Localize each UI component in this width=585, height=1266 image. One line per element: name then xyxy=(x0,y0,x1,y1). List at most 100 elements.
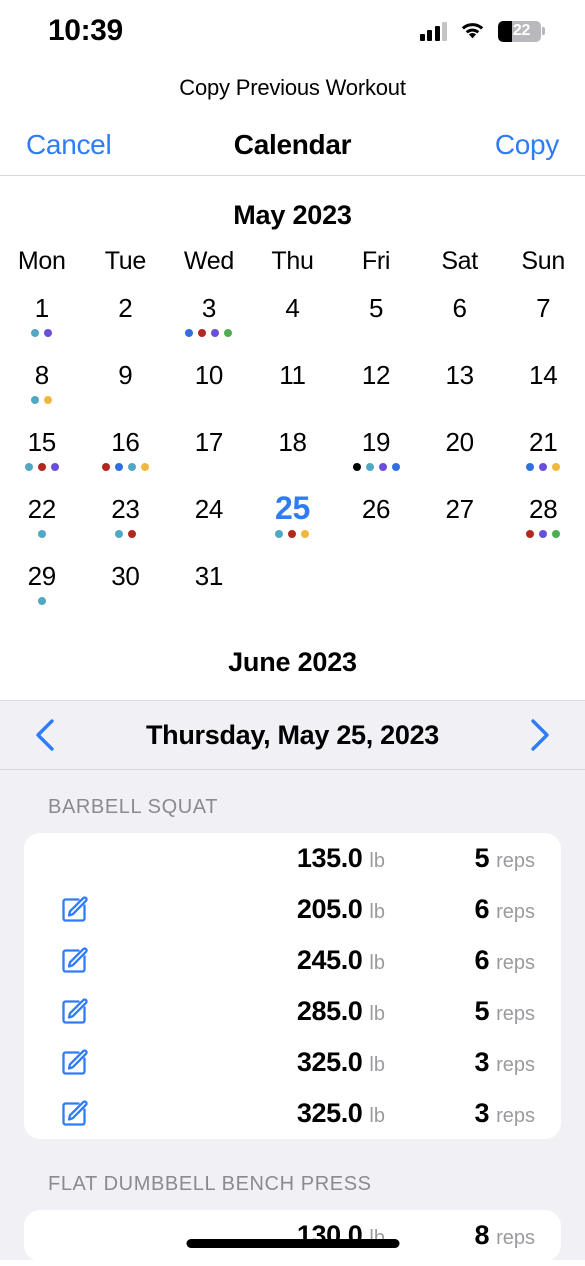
calendar-day-21[interactable]: 21 xyxy=(501,426,585,493)
edit-set-icon[interactable] xyxy=(50,997,106,1027)
workout-dot-cyan xyxy=(31,329,40,337)
calendar-day-number: 12 xyxy=(361,359,391,390)
set-row[interactable]: 245.0 lb 6 reps xyxy=(24,935,561,986)
workout-dot-yellow xyxy=(552,463,561,471)
calendar-day-17[interactable]: 17 xyxy=(167,426,251,493)
workout-dot-blue xyxy=(526,463,535,471)
calendar-day-number: 15 xyxy=(27,426,57,457)
set-row[interactable]: 285.0 lb 5 reps xyxy=(24,986,561,1037)
workout-dot-yellow xyxy=(301,530,310,538)
calendar-day-number: 21 xyxy=(529,426,558,457)
workout-dot-blue xyxy=(185,329,194,337)
set-row[interactable]: 135.0 lb 5 reps xyxy=(24,833,561,884)
calendar-day-31[interactable]: 31 xyxy=(167,560,251,627)
copy-button[interactable]: Copy xyxy=(495,129,559,161)
calendar-weekday-tue: Tue xyxy=(104,247,147,275)
workout-dot-cyan xyxy=(24,463,33,471)
calendar-day-1[interactable]: 1 xyxy=(0,292,84,359)
set-reps-value: 6 xyxy=(474,894,490,924)
calendar-day-15[interactable]: 15 xyxy=(0,426,84,493)
sheet-title: Copy Previous Workout xyxy=(179,75,406,100)
set-icon-placeholder xyxy=(50,1221,106,1251)
calendar-day-27[interactable]: 27 xyxy=(418,493,502,560)
calendar-day-26[interactable]: 26 xyxy=(334,493,418,560)
calendar-day-number: 6 xyxy=(452,292,467,323)
calendar-day-30[interactable]: 30 xyxy=(84,560,168,627)
calendar-day-24[interactable]: 24 xyxy=(167,493,251,560)
set-weight-value: 325.0 xyxy=(296,1098,363,1128)
calendar-day-18[interactable]: 18 xyxy=(251,426,335,493)
chevron-left-icon[interactable] xyxy=(28,718,62,752)
status-bar-indicators: 22 xyxy=(419,20,545,42)
calendar-day-13[interactable]: 13 xyxy=(418,359,502,426)
calendar-day-6[interactable]: 6 xyxy=(418,292,502,359)
calendar-day-number: 30 xyxy=(111,560,140,591)
workout-dot-cyan xyxy=(31,396,40,404)
calendar-day-12[interactable]: 12 xyxy=(334,359,418,426)
calendar-day-number: 20 xyxy=(445,426,474,457)
workout-set-list[interactable]: BARBELL SQUAT 135.0 lb 5 reps 205.0 lb 6 reps 245… xyxy=(0,770,585,1260)
workout-dot-blue xyxy=(114,463,123,471)
calendar-day-29[interactable]: 29 xyxy=(0,560,84,627)
app-screen: 10:39 22 Copy Previous Workout Cancel Ca… xyxy=(0,0,585,1266)
calendar-day-4[interactable]: 4 xyxy=(251,292,335,359)
workout-dot-green xyxy=(224,329,233,337)
calendar-day-number: 9 xyxy=(118,359,133,390)
calendar-day-dots xyxy=(37,528,46,540)
set-reps-value: 3 xyxy=(474,1047,490,1077)
cancel-button[interactable]: Cancel xyxy=(26,129,112,161)
calendar-weekday-wed: Wed xyxy=(183,247,234,275)
chevron-right-icon[interactable] xyxy=(523,718,557,752)
calendar-day-25[interactable]: 25 xyxy=(251,490,335,560)
calendar-weekday-header: Mon Tue Wed Thu Fri Sat Sun xyxy=(0,245,585,292)
set-reps-value: 5 xyxy=(474,843,490,873)
set-reps-unit: reps xyxy=(496,850,535,872)
calendar-day-19[interactable]: 19 xyxy=(334,426,418,493)
calendar-day-number: 25 xyxy=(274,490,310,527)
workout-dot-purple xyxy=(378,463,387,471)
calendar-day-dots xyxy=(31,394,53,406)
set-row[interactable]: 205.0 lb 6 reps xyxy=(24,884,561,935)
wifi-icon xyxy=(459,21,486,41)
calendar-day-10[interactable]: 10 xyxy=(167,359,251,426)
workout-dot-red xyxy=(127,530,136,538)
edit-set-icon[interactable] xyxy=(50,1048,106,1078)
calendar-day-9[interactable]: 9 xyxy=(84,359,168,426)
set-weight: 135.0 lb xyxy=(106,843,385,874)
set-reps: 3 reps xyxy=(385,1047,535,1078)
calendar-day-23[interactable]: 23 xyxy=(84,493,168,560)
set-row[interactable]: 325.0 lb 3 reps xyxy=(24,1088,561,1139)
set-reps-value: 5 xyxy=(474,996,490,1026)
edit-set-icon[interactable] xyxy=(50,1099,106,1129)
calendar-day-number: 19 xyxy=(361,426,391,457)
date-navigation-bar: Thursday, May 25, 2023 xyxy=(0,700,585,770)
calendar-day-11[interactable]: 11 xyxy=(251,359,335,426)
edit-set-icon[interactable] xyxy=(50,946,106,976)
workout-dot-yellow xyxy=(140,463,149,471)
set-row[interactable]: 325.0 lb 3 reps xyxy=(24,1037,561,1088)
calendar-day-dots xyxy=(24,461,59,473)
calendar-day-number: 27 xyxy=(445,493,474,524)
calendar-day-3[interactable]: 3 xyxy=(167,292,251,359)
battery-cap xyxy=(542,27,545,35)
calendar-day-20[interactable]: 20 xyxy=(418,426,502,493)
calendar-day-22[interactable]: 22 xyxy=(0,493,84,560)
calendar-day-16[interactable]: 16 xyxy=(84,426,168,493)
selected-date-label: Thursday, May 25, 2023 xyxy=(145,719,440,750)
workout-dot-red xyxy=(288,530,297,538)
set-reps: 6 reps xyxy=(385,894,535,925)
calendar-day-14[interactable]: 14 xyxy=(501,359,585,426)
calendar-day-number: 10 xyxy=(194,359,224,390)
calendar-day-7[interactable]: 7 xyxy=(501,292,585,359)
calendar-day-2[interactable]: 2 xyxy=(84,292,168,359)
calendar-weekday-sun: Sun xyxy=(521,247,565,275)
calendar-day-28[interactable]: 28 xyxy=(501,493,585,560)
edit-set-icon[interactable] xyxy=(50,895,106,925)
set-weight-value: 285.0 xyxy=(296,996,363,1026)
calendar-day-8[interactable]: 8 xyxy=(0,359,84,426)
set-reps-value: 8 xyxy=(474,1220,490,1250)
workout-dot-purple xyxy=(50,463,59,471)
workout-dot-purple xyxy=(539,530,548,538)
calendar-day-5[interactable]: 5 xyxy=(334,292,418,359)
set-row[interactable]: 130.0 lb 8 reps xyxy=(24,1210,561,1260)
